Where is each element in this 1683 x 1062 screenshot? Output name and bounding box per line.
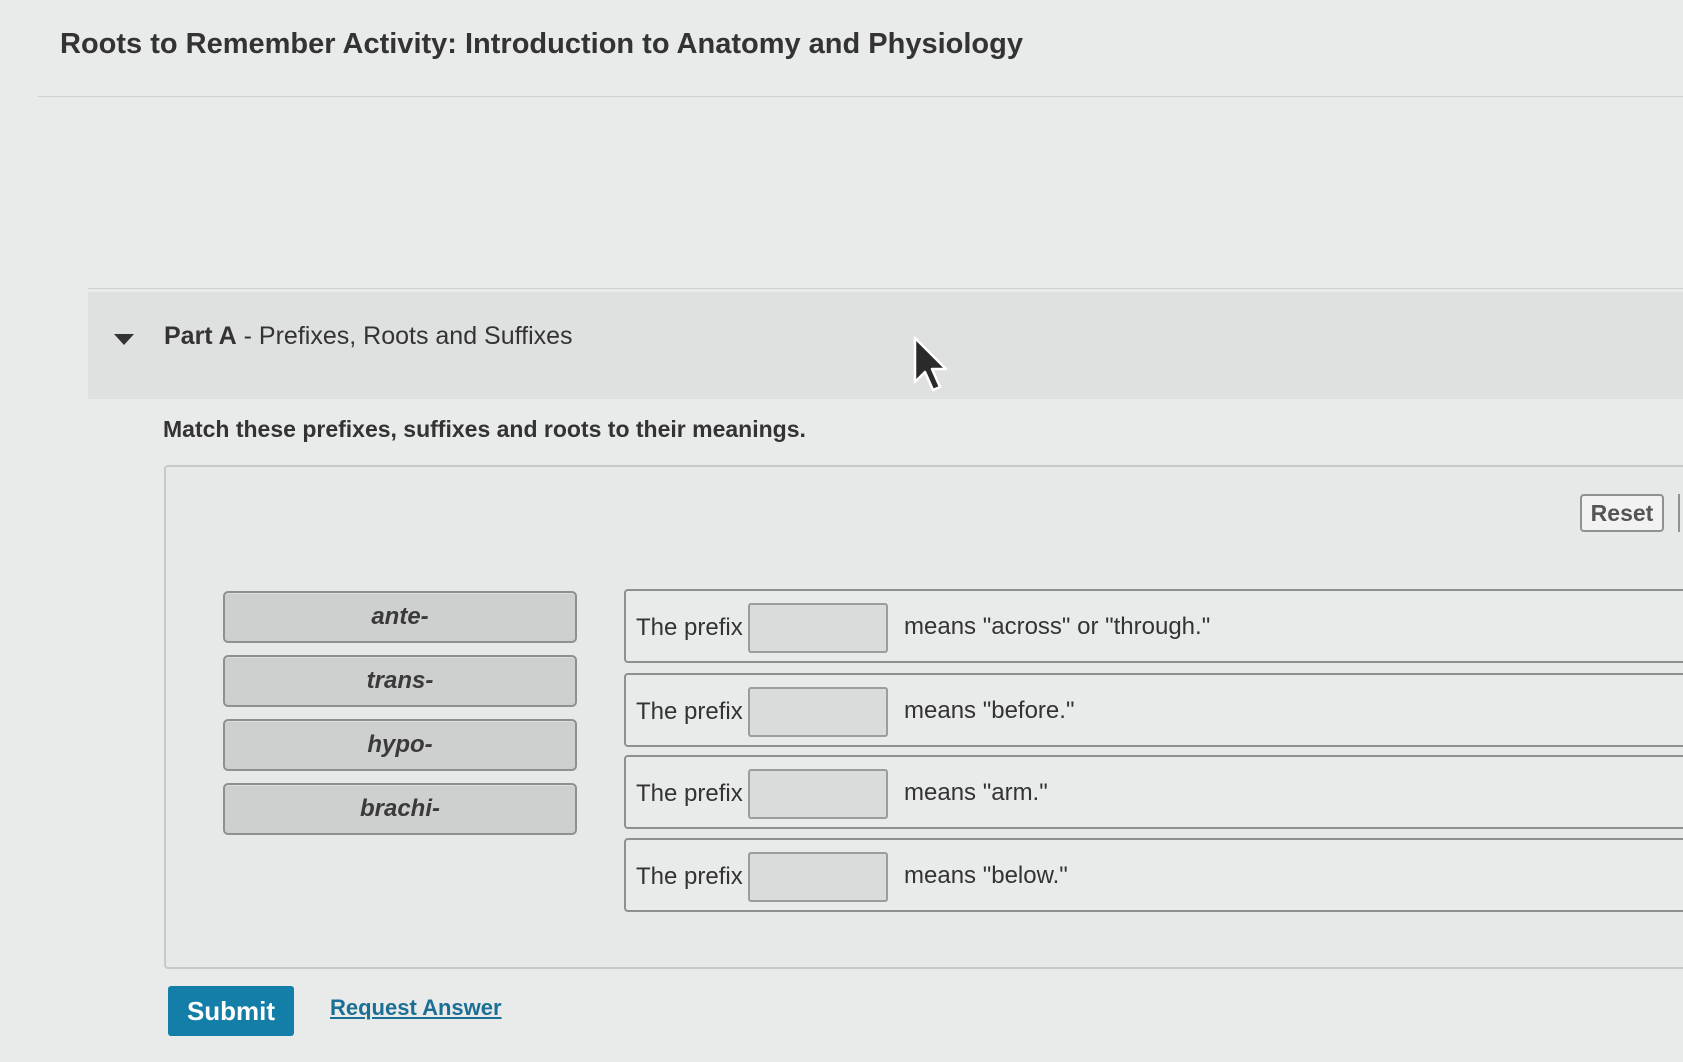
statement-meaning: means "arm." [904, 779, 1048, 806]
reset-button[interactable]: Reset [1580, 494, 1664, 532]
statement-below: The prefix means "below." [624, 838, 1683, 912]
part-a-label-bold: Part A [164, 322, 237, 350]
term-brachi[interactable]: brachi- [223, 783, 577, 835]
statement-across-through: The prefix means "across" or "through." [624, 589, 1683, 663]
statement-prefix-text: The prefix [636, 698, 743, 725]
statement-before: The prefix means "before." [624, 673, 1683, 747]
request-answer-link[interactable]: Request Answer [330, 995, 502, 1021]
part-a-header[interactable]: Part A - Prefixes, Roots and Suffixes [88, 292, 1683, 399]
statement-prefix-text: The prefix [636, 863, 743, 890]
mouse-pointer-icon [913, 336, 948, 392]
part-a-label: Part A - Prefixes, Roots and Suffixes [164, 322, 573, 351]
term-trans[interactable]: trans- [223, 655, 577, 707]
instructions: Match these prefixes, suffixes and roots… [163, 416, 806, 442]
part-divider [88, 288, 1683, 289]
statement-meaning: means "before." [904, 697, 1075, 724]
statement-meaning: means "across" or "through." [904, 613, 1211, 640]
toolbar-edge [1678, 494, 1680, 532]
drop-zone-before[interactable] [748, 687, 888, 737]
caret-down-icon[interactable] [114, 334, 134, 345]
title-divider [38, 96, 1683, 97]
statement-prefix-text: The prefix [636, 780, 743, 807]
page-title: Roots to Remember Activity: Introduction… [60, 28, 1023, 60]
drop-zone-arm[interactable] [748, 769, 888, 819]
statement-prefix-text: The prefix [636, 614, 743, 641]
drop-zone-below[interactable] [748, 852, 888, 902]
part-a-label-rest: - Prefixes, Roots and Suffixes [236, 322, 573, 350]
drop-zone-across-through[interactable] [748, 603, 888, 653]
statement-arm: The prefix means "arm." [624, 755, 1683, 829]
term-ante[interactable]: ante- [223, 591, 577, 643]
statement-meaning: means "below." [904, 862, 1068, 889]
submit-button[interactable]: Submit [168, 986, 294, 1036]
term-hypo[interactable]: hypo- [223, 719, 577, 771]
